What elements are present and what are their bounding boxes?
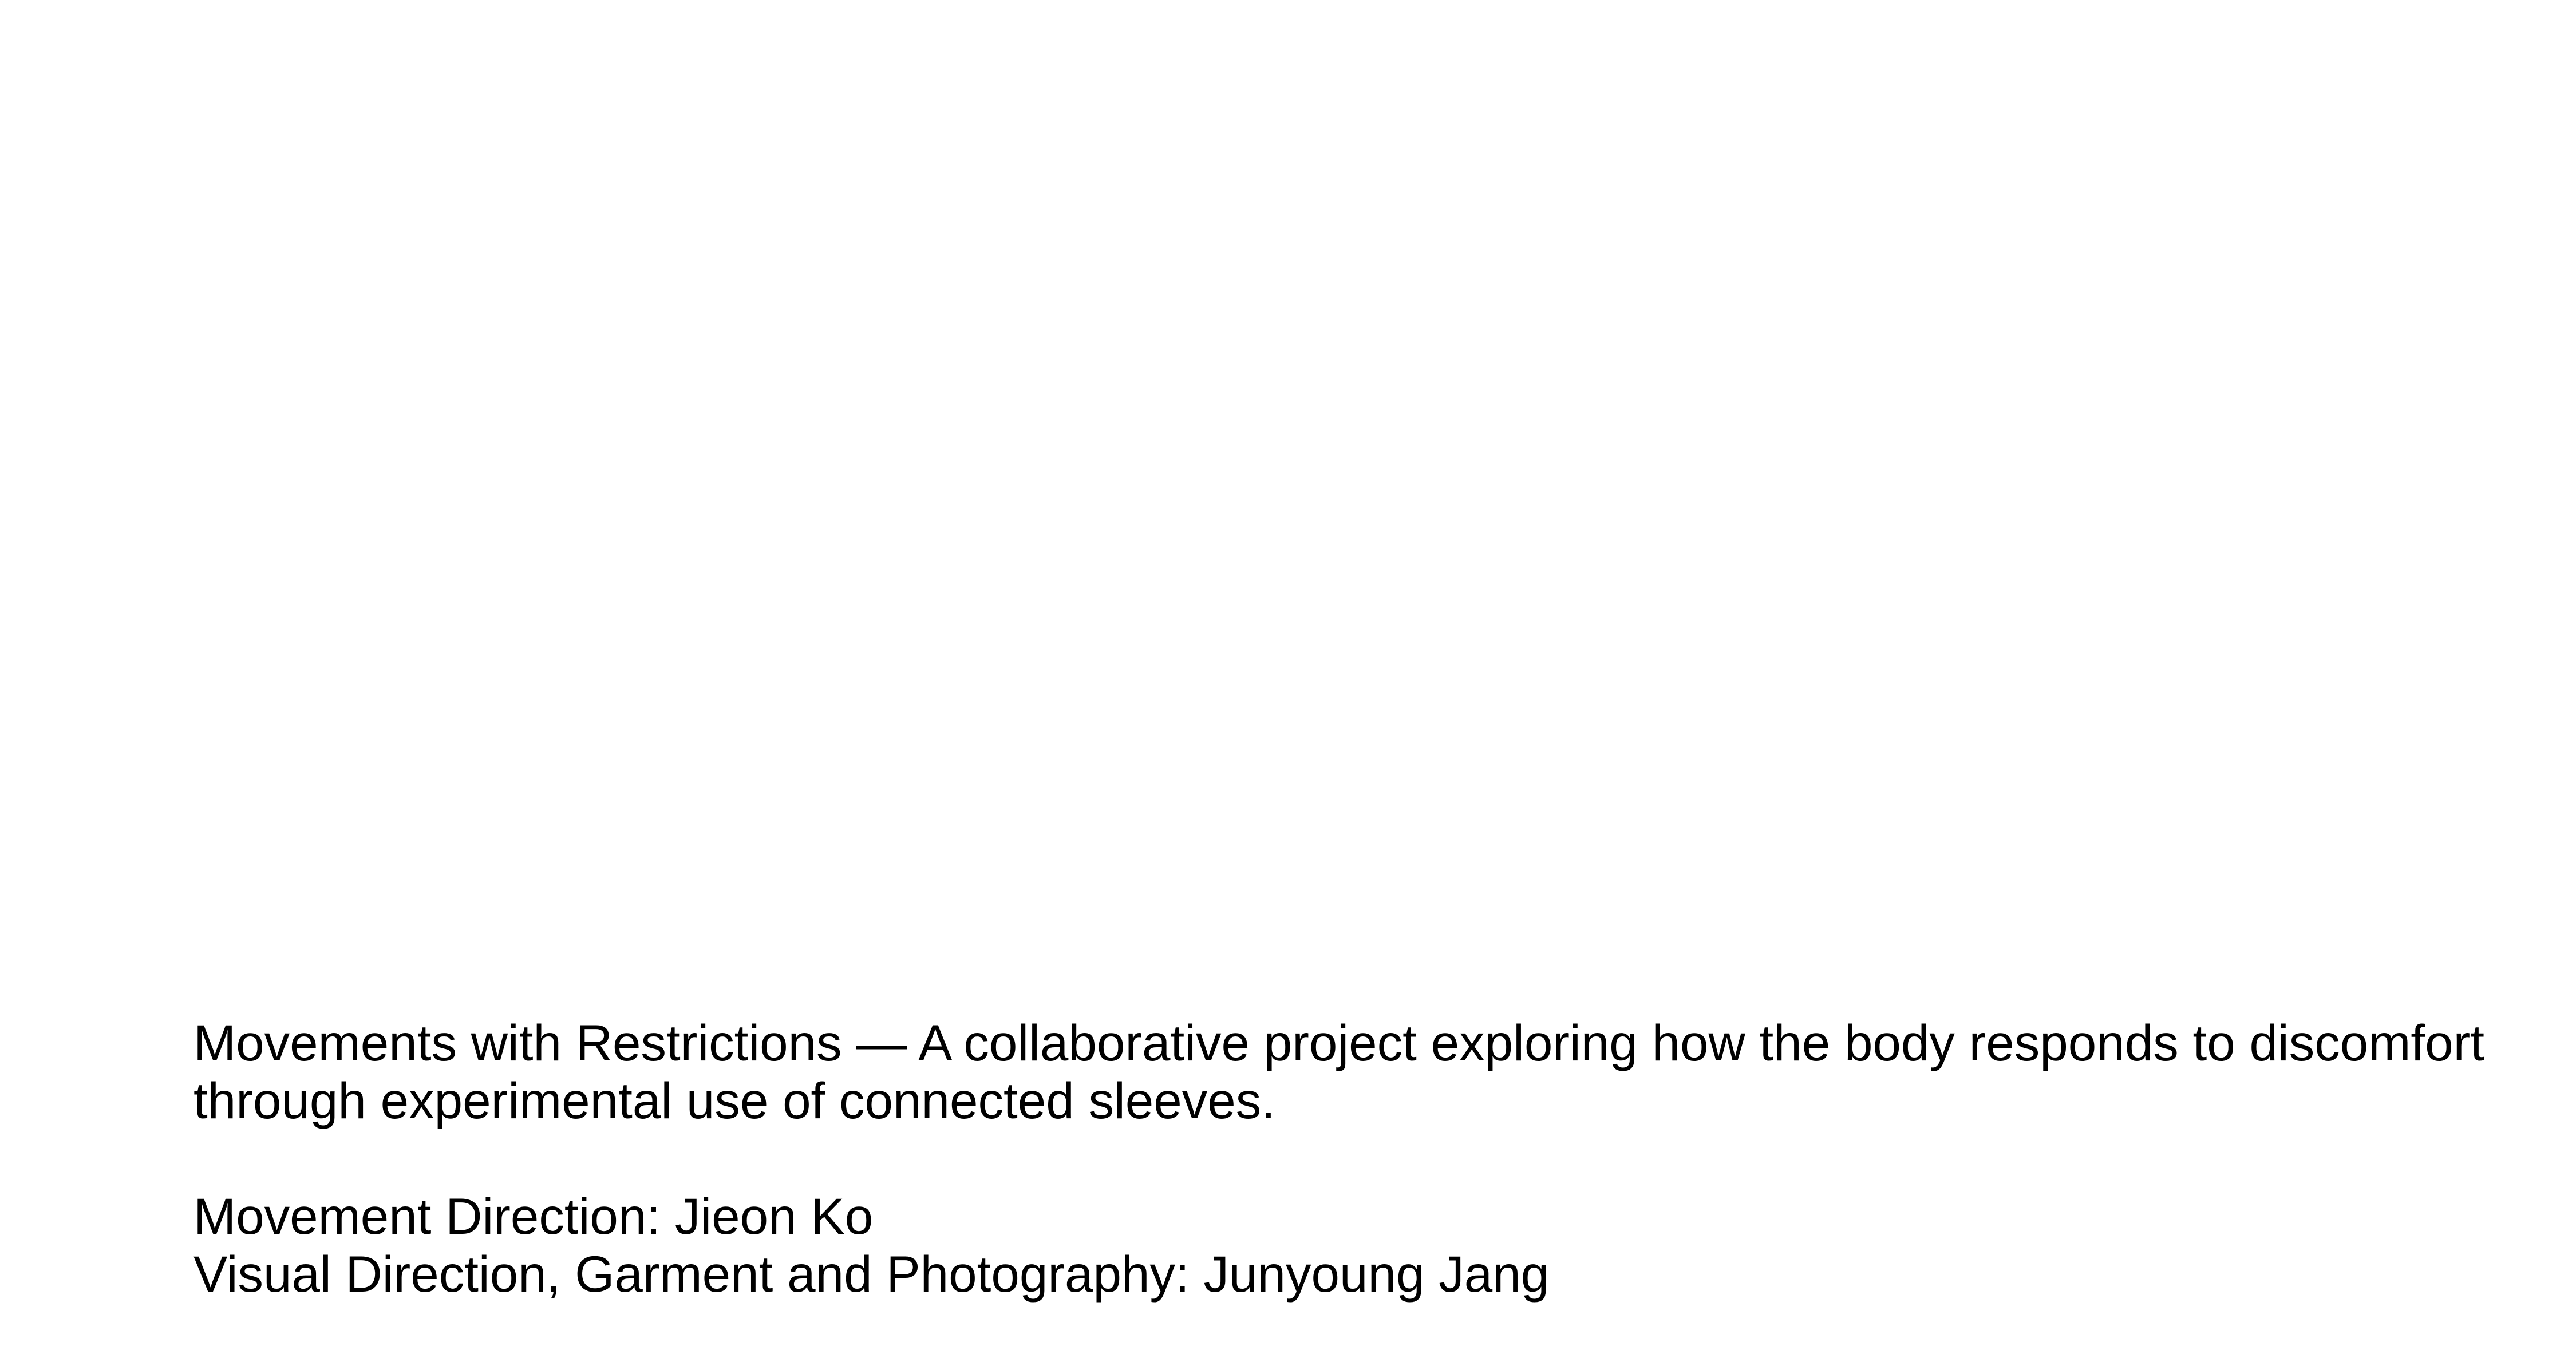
project-caption: Movements with Restrictions — A collabor… (193, 1014, 2484, 1303)
credit-visual-direction: Visual Direction, Garment and Photograph… (193, 1245, 1550, 1303)
project-description-line-1: Movements with Restrictions — A collabor… (193, 1014, 2484, 1071)
project-description-line-2: through experimental use of connected sl… (193, 1072, 1275, 1129)
page: Movements with Restrictions — A collabor… (0, 0, 2576, 1350)
credit-movement-direction: Movement Direction: Jieon Ko (193, 1187, 874, 1245)
